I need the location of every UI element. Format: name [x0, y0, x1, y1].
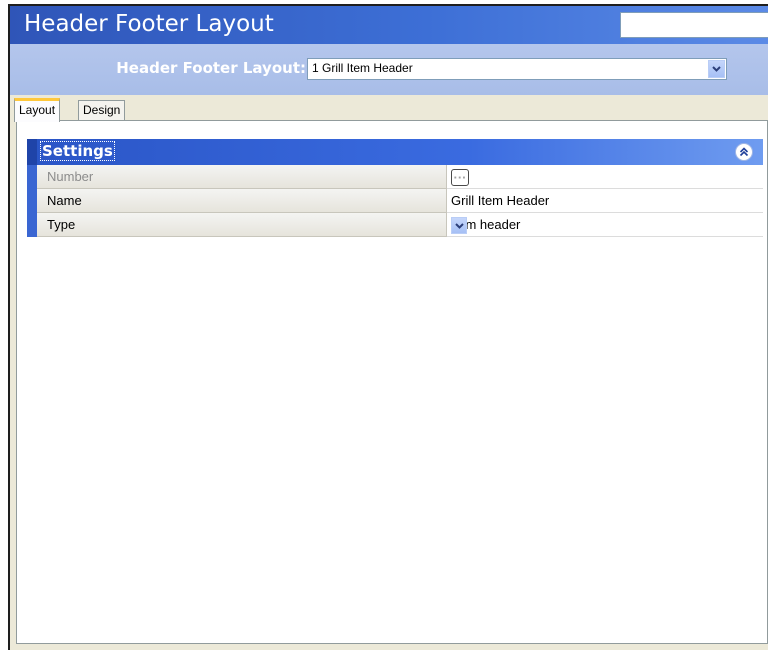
chevron-down-icon[interactable]: [708, 60, 725, 78]
tab-design[interactable]: Design: [78, 100, 126, 121]
property-row-type[interactable]: Type Item header: [27, 213, 763, 237]
row-stripe: [27, 189, 37, 213]
settings-group-header[interactable]: Settings: [27, 139, 763, 165]
window-frame: Header Footer Layout Header Footer Layou…: [8, 4, 768, 650]
tab-layout[interactable]: Layout: [14, 98, 61, 122]
row-stripe: [27, 165, 37, 189]
record-selector-label: Header Footer Layout:: [116, 59, 306, 77]
tab-strip: Layout Design: [10, 95, 768, 122]
title-bar: Header Footer Layout: [10, 6, 768, 44]
window-title: Header Footer Layout: [24, 11, 274, 37]
record-selector-value: 1 Grill Item Header: [312, 61, 413, 75]
property-name-type: Type: [47, 217, 76, 232]
property-value-cell: 1 ···: [447, 165, 763, 189]
chevron-down-icon[interactable]: [451, 217, 467, 234]
settings-group-title: Settings: [40, 141, 115, 161]
layout-panel: Settings Number 1 ··· Name: [16, 120, 768, 644]
property-row-number: Number 1 ···: [27, 165, 763, 189]
record-selector-bar: Header Footer Layout: 1 Grill Item Heade…: [10, 44, 768, 95]
ellipsis-icon[interactable]: ···: [451, 169, 469, 186]
property-name-name: Name: [47, 193, 82, 208]
group-stripe: [27, 139, 37, 165]
property-row-name[interactable]: Name Grill Item Header: [27, 189, 763, 213]
property-name-cell: Type: [37, 213, 447, 237]
property-name-number: Number: [47, 169, 94, 184]
record-selector-dropdown[interactable]: 1 Grill Item Header: [307, 58, 727, 80]
property-value-cell[interactable]: Item header: [447, 213, 763, 237]
property-value-name[interactable]: Grill Item Header: [451, 193, 549, 208]
property-value-cell[interactable]: Grill Item Header: [447, 189, 763, 213]
row-stripe: [27, 213, 37, 237]
double-chevron-up-icon[interactable]: [735, 143, 753, 161]
property-name-cell: Number: [37, 165, 447, 189]
title-bar-search-box[interactable]: [620, 12, 768, 38]
property-name-cell: Name: [37, 189, 447, 213]
